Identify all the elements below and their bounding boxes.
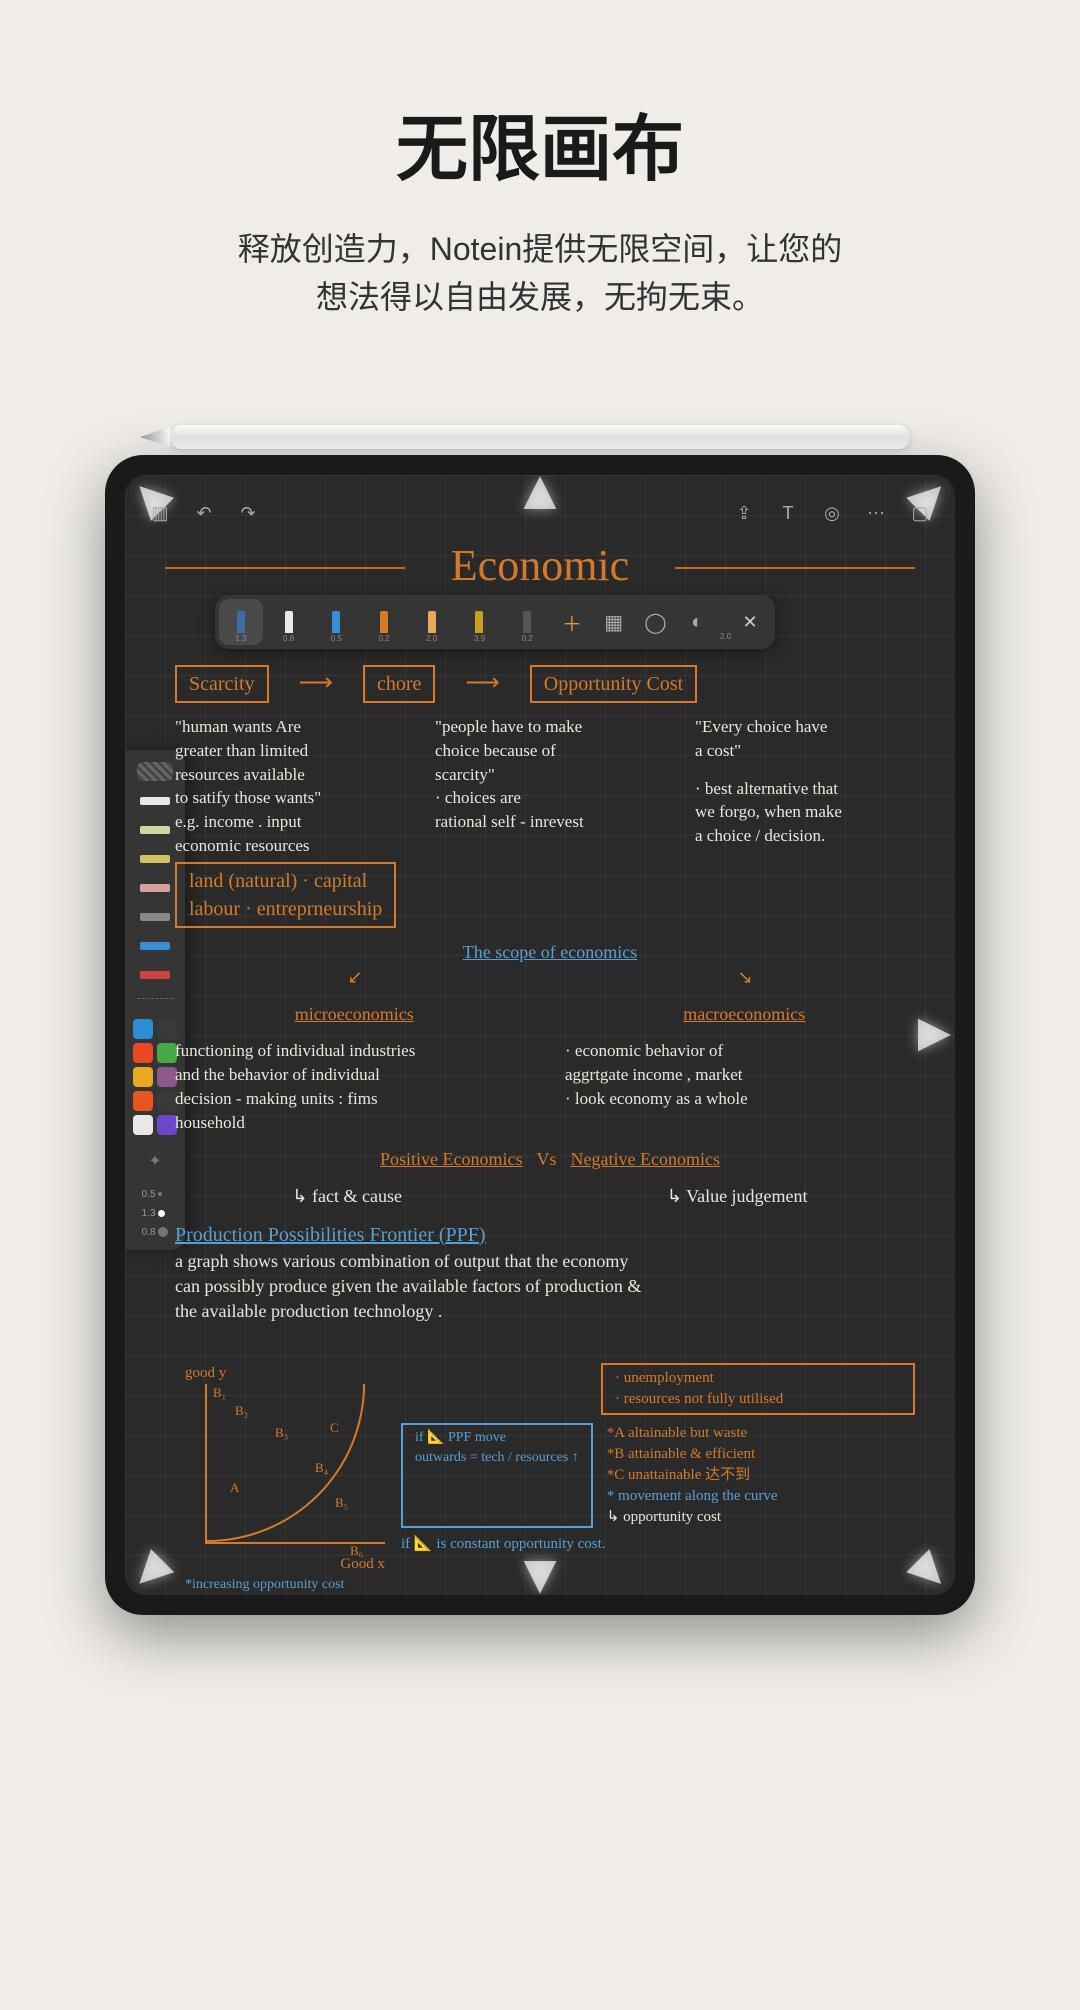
pen-white[interactable] <box>135 791 175 810</box>
lasso-icon[interactable]: ◯ <box>637 603 675 641</box>
share-icon[interactable]: ⇪ <box>729 498 759 528</box>
note-scope-heading: The scope of economics <box>463 942 637 962</box>
pen-pink[interactable] <box>135 878 175 897</box>
color-swatch[interactable] <box>133 1019 153 1039</box>
color-swatch[interactable] <box>157 1091 177 1111</box>
arrow-icon: ⟶ <box>465 667 499 701</box>
shape-tool-icon[interactable]: ◎ <box>817 498 847 528</box>
note-box-chore: chore <box>363 665 435 703</box>
note-box-opportunity: Opportunity Cost <box>530 665 697 703</box>
color-swatch[interactable] <box>133 1115 153 1135</box>
redo-icon[interactable]: ↷ <box>233 498 263 528</box>
promo-subtitle-line1: 释放创造力，Notein提供无限空间，让您的 <box>0 225 1080 273</box>
pen-toolbar[interactable]: 1.30.80.50.22.03.90.2＋▦◯◐2.0✕ <box>215 595 775 649</box>
color-swatch[interactable] <box>157 1115 177 1135</box>
color-swatch[interactable] <box>133 1067 153 1087</box>
highlighter[interactable] <box>135 849 175 868</box>
pen-thin[interactable] <box>135 907 175 926</box>
note-macro-body: · economic behavior ofaggrtgate income ,… <box>565 1039 925 1134</box>
color-palette[interactable] <box>133 1019 177 1135</box>
note-micro-heading: microeconomics <box>295 1002 414 1027</box>
note-negative-econ: Negative Economics <box>571 1147 720 1172</box>
ppf-graph: good y B₁ B₂ B₃ B₄ B₅ B₆ A C Good <box>185 1363 385 1563</box>
promo-subtitle-line2: 想法得以自由发展，无拘无束。 <box>0 273 1080 321</box>
eraser[interactable] <box>135 965 175 984</box>
pen-cream[interactable] <box>135 820 175 839</box>
dark-mode-icon[interactable]: ◐ <box>678 603 716 641</box>
color-swatch[interactable] <box>157 1043 177 1063</box>
promo-subtitle: 释放创造力，Notein提供无限空间，让您的 想法得以自由发展，无拘无束。 <box>0 225 1080 321</box>
title-rule-right <box>675 567 915 569</box>
sidebar-icon[interactable]: ▥ <box>145 498 175 528</box>
note-ppf-body: a graph shows various combination of out… <box>175 1249 925 1325</box>
pen-tool-4[interactable]: 2.0 <box>410 599 454 645</box>
pen-tool-5[interactable]: 3.9 <box>458 599 502 645</box>
undo-icon[interactable]: ↶ <box>189 498 219 528</box>
ppf-annotations: · unemployment· resources not fully util… <box>401 1363 915 1563</box>
add-pen-icon[interactable]: ＋ <box>553 603 591 641</box>
note-macro-heading: macroeconomics <box>683 1002 805 1027</box>
pen-tool-3[interactable]: 0.2 <box>362 599 406 645</box>
pen-tool-6[interactable]: 0.2 <box>505 599 549 645</box>
note-ppf-heading: Production Possibilities Frontier (PPF) <box>175 1224 486 1246</box>
color-swatch[interactable] <box>133 1043 153 1063</box>
handwritten-notes[interactable]: Scarcity ⟶ chore ⟶ Opportunity Cost "hum… <box>175 665 925 1575</box>
texture-icon[interactable] <box>137 762 173 781</box>
panels-icon[interactable]: ▢ <box>905 498 935 528</box>
color-swatch[interactable] <box>133 1091 153 1111</box>
tablet-frame: ▲ ▲ ▲ ▲ ▲ ▲ ▲ ▲ ▥ ↶ ↷ ⇪ T ◎ ⋯ ▢ Economic… <box>105 455 975 1615</box>
note-col-2: "people have to makechoice because of sc… <box>435 715 665 928</box>
close-toolbar-icon[interactable]: ✕ <box>735 607 765 637</box>
note-vs: Vs <box>537 1147 557 1172</box>
pen-tool-0[interactable]: 1.3 <box>219 599 263 645</box>
pen-tool-1[interactable]: 0.8 <box>267 599 311 645</box>
promo-title: 无限画布 <box>0 90 1080 195</box>
color-swatch[interactable] <box>157 1019 177 1039</box>
app-screen[interactable]: ▲ ▲ ▲ ▲ ▲ ▲ ▲ ▲ ▥ ↶ ↷ ⇪ T ◎ ⋯ ▢ Economic… <box>125 475 955 1595</box>
top-toolbar: ▥ ↶ ↷ ⇪ T ◎ ⋯ ▢ <box>125 493 955 533</box>
pen-tool-2[interactable]: 0.5 <box>314 599 358 645</box>
note-positive-econ: Positive Economics <box>380 1147 523 1172</box>
note-value-judgement: ↳ Value judgement <box>667 1184 808 1209</box>
note-col-1: "human wants Aregreater than limited res… <box>175 715 405 928</box>
more-icon[interactable]: ⋯ <box>861 498 891 528</box>
note-col-3: "Every choice havea cost" · best alterna… <box>695 715 925 928</box>
color-swatch[interactable] <box>157 1067 177 1087</box>
arrow-down-right-icon: ↘ <box>737 965 752 990</box>
stroke-sizes[interactable]: 0.5 1.3 0.8 <box>142 1189 169 1238</box>
note-fact-cause: ↳ fact & cause <box>292 1184 402 1209</box>
favorite-icon[interactable]: ✦ <box>148 1151 161 1171</box>
text-tool-icon[interactable]: T <box>773 498 803 528</box>
canvas-title: Economic <box>125 540 955 591</box>
clipboard-icon[interactable]: ▦ <box>595 603 633 641</box>
arrow-down-left-icon: ↙ <box>347 965 362 990</box>
note-box-scarcity: Scarcity <box>175 665 269 703</box>
arrow-icon: ⟶ <box>299 667 333 701</box>
stylus-illustration <box>170 425 910 449</box>
pen-blue[interactable] <box>135 936 175 955</box>
note-micro-body: functioning of individual industriesand … <box>175 1039 535 1134</box>
